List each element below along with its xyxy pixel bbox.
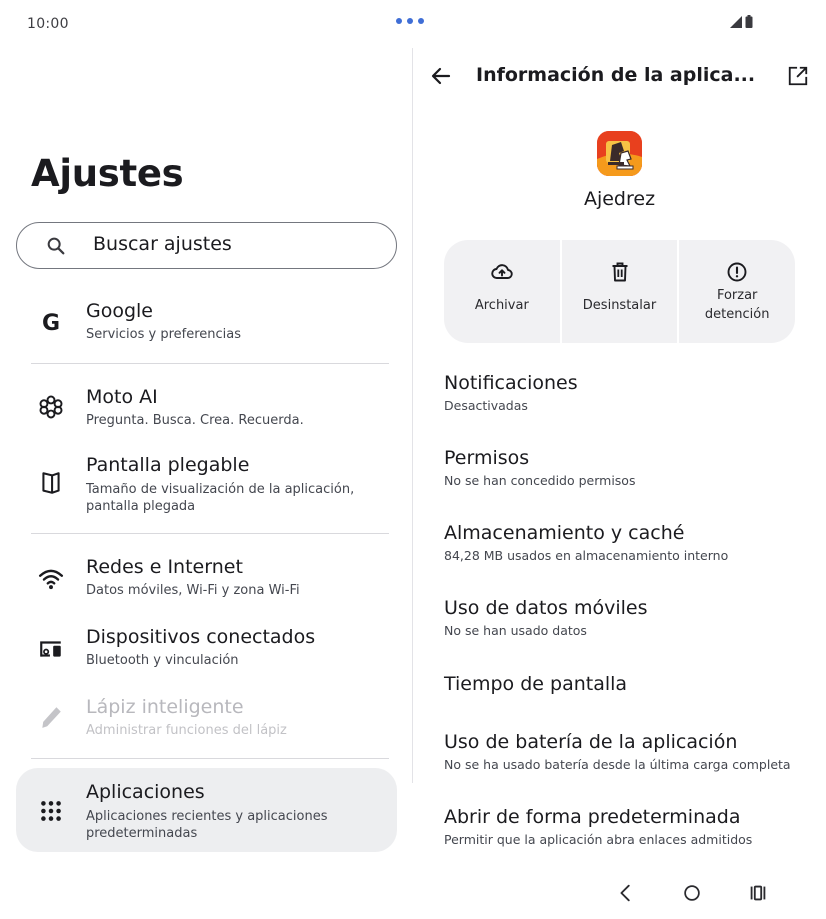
settings-item-title: Moto AI [86, 386, 158, 408]
info-item-title: Abrir de forma predeterminada [444, 806, 741, 828]
info-item-open-by-default[interactable]: Abrir de forma predeterminada Permitir q… [444, 806, 814, 847]
archive-button[interactable]: Archivar [444, 240, 560, 343]
trash-icon [612, 262, 627, 282]
signal-icon [730, 16, 742, 28]
info-item-subtitle: Desactivadas [444, 398, 528, 413]
settings-item-subtitle: Aplicaciones recientes y aplicaciones pr… [86, 809, 328, 841]
app-info-pane: Información de la aplica... Ajedrez Arch… [413, 48, 826, 870]
settings-item-moto-ai[interactable]: Moto AI Pregunta. Busca. Crea. Recuerda. [16, 378, 397, 434]
apps-grid-icon [41, 801, 61, 821]
settings-item-subtitle: Servicios y preferencias [86, 327, 242, 342]
settings-item-apps[interactable]: Aplicaciones Aplicaciones recientes y ap… [16, 768, 397, 852]
info-item-screen-time[interactable]: Tiempo de pantalla [444, 673, 814, 695]
info-item-mobile-data[interactable]: Uso de datos móviles No se han usado dat… [444, 597, 814, 638]
open-external-icon[interactable] [787, 65, 809, 87]
settings-item-subtitle: Tamaño de visualización de la aplicación… [86, 482, 355, 514]
info-item-subtitle: Permitir que la aplicación abra enlaces … [444, 832, 753, 847]
settings-item-title: Pantalla plegable [86, 454, 250, 476]
status-time: 10:00 [27, 16, 69, 32]
moto-ai-icon [39, 395, 63, 419]
divider [31, 758, 389, 759]
settings-item-subtitle: Administrar funciones del lápiz [86, 723, 287, 738]
info-item-subtitle: No se han usado datos [444, 623, 587, 638]
force-stop-button[interactable]: Forzar detención [679, 240, 795, 343]
force-stop-label: Forzar detención [704, 288, 770, 322]
info-item-title: Notificaciones [444, 372, 578, 394]
uninstall-label: Desinstalar [582, 298, 657, 313]
foldable-screen-icon [42, 472, 60, 494]
status-bar: 10:00 [0, 0, 826, 48]
app-actions: Archivar Desinstalar Forzar detención [444, 240, 795, 343]
settings-item-foldable-screen[interactable]: Pantalla plegable Tamaño de visualizació… [16, 446, 397, 526]
nav-recents-icon[interactable] [747, 882, 769, 904]
wifi-icon [38, 569, 64, 590]
settings-item-title: Google [86, 300, 154, 322]
search-input[interactable] [93, 233, 383, 255]
multitask-dots-icon[interactable] [396, 18, 424, 24]
settings-item-title: Lápiz inteligente [86, 696, 244, 718]
nav-back-icon[interactable] [615, 882, 637, 904]
back-arrow-icon[interactable] [429, 64, 453, 88]
info-item-title: Almacenamiento y caché [444, 522, 685, 544]
settings-item-connected-devices[interactable]: Dispositivos conectados Bluetooth y vinc… [16, 618, 397, 674]
settings-pane: Ajustes G Google Servicios y preferencia… [0, 48, 412, 870]
navigation-bar [413, 870, 826, 919]
settings-item-title: Aplicaciones [86, 781, 205, 803]
cloud-upload-icon [491, 264, 513, 279]
divider [31, 533, 389, 534]
settings-item-title: Dispositivos conectados [86, 626, 316, 648]
app-name: Ajedrez [583, 188, 656, 210]
chess-app-icon [597, 131, 642, 176]
info-item-title: Tiempo de pantalla [444, 673, 628, 695]
search-bar[interactable] [16, 222, 397, 269]
info-item-subtitle: 84,28 MB usados en almacenamiento intern… [444, 548, 729, 563]
info-item-subtitle: No se han concedido permisos [444, 473, 636, 488]
alert-circle-icon [727, 262, 747, 282]
status-icons [730, 15, 753, 28]
settings-item-subtitle: Datos móviles, Wi-Fi y zona Wi-Fi [86, 583, 300, 598]
info-item-permissions[interactable]: Permisos No se han concedido permisos [444, 447, 814, 488]
info-item-storage[interactable]: Almacenamiento y caché 84,28 MB usados e… [444, 522, 814, 563]
pen-icon [42, 707, 61, 728]
info-item-title: Uso de datos móviles [444, 597, 648, 619]
info-item-battery[interactable]: Uso de batería de la aplicación No se ha… [444, 731, 814, 772]
settings-item-smart-pen[interactable]: Lápiz inteligente Administrar funciones … [16, 688, 397, 744]
settings-item-title: Redes e Internet [86, 556, 243, 578]
divider [31, 363, 389, 364]
settings-item-google[interactable]: G Google Servicios y preferencias [16, 294, 397, 356]
info-item-title: Uso de batería de la aplicación [444, 731, 738, 753]
app-info-title: Información de la aplica... [476, 64, 756, 86]
google-icon: G [41, 310, 61, 336]
info-item-subtitle: No se ha usado batería desde la última c… [444, 757, 791, 772]
info-item-title: Permisos [444, 447, 530, 469]
settings-item-network[interactable]: Redes e Internet Datos móviles, Wi-Fi y … [16, 548, 397, 604]
info-item-notifications[interactable]: Notificaciones Desactivadas [444, 372, 814, 413]
page-title: Ajustes [31, 152, 184, 195]
nav-home-icon[interactable] [681, 882, 703, 904]
devices-icon [40, 641, 61, 657]
battery-icon [745, 15, 753, 28]
settings-item-subtitle: Bluetooth y vinculación [86, 653, 239, 668]
archive-label: Archivar [474, 298, 529, 313]
search-icon [47, 237, 65, 255]
settings-item-subtitle: Pregunta. Busca. Crea. Recuerda. [86, 413, 304, 428]
uninstall-button[interactable]: Desinstalar [561, 240, 678, 343]
